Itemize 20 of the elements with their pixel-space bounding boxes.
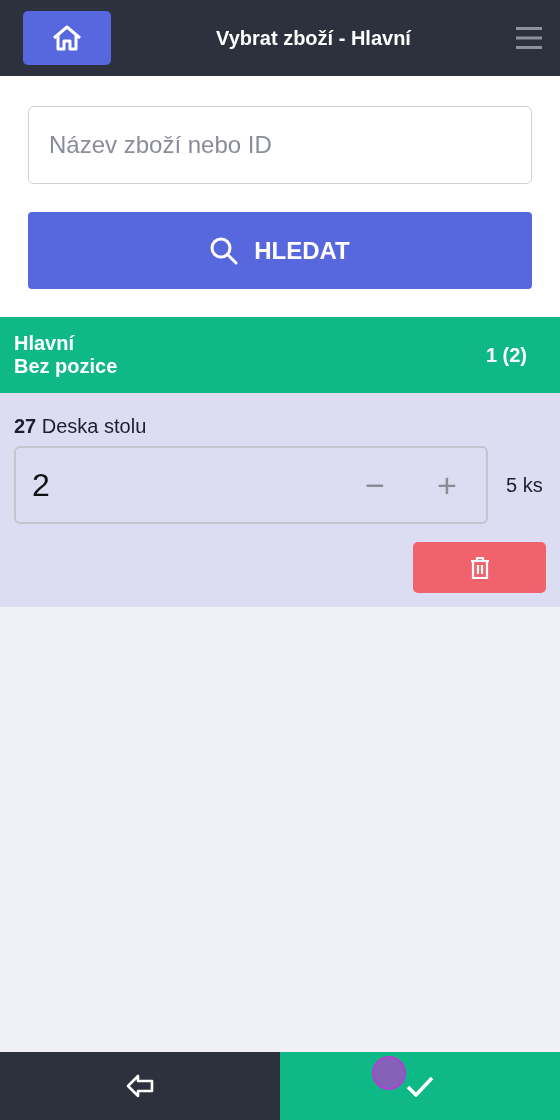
search-icon bbox=[210, 236, 239, 265]
decrement-button[interactable]: − bbox=[350, 464, 400, 506]
check-icon bbox=[406, 1075, 434, 1097]
group-subtitle: Bez pozice bbox=[14, 355, 119, 378]
delete-button[interactable] bbox=[413, 542, 546, 593]
home-icon bbox=[52, 25, 82, 51]
back-arrow-icon bbox=[126, 1073, 154, 1099]
search-button[interactable]: HLEDAT bbox=[28, 212, 532, 289]
home-button[interactable] bbox=[23, 11, 111, 65]
group-title: Hlavní bbox=[14, 332, 76, 355]
item-name: 27 Deska stolu bbox=[14, 415, 148, 438]
stock-quantity: 5 ks bbox=[506, 473, 543, 497]
menu-icon[interactable] bbox=[516, 26, 542, 50]
group-count: 1 (2) bbox=[485, 343, 527, 367]
search-field[interactable]: Název zboží nebo ID bbox=[28, 106, 532, 184]
trash-icon bbox=[469, 555, 490, 580]
increment-button[interactable]: + bbox=[422, 464, 472, 506]
quantity-field[interactable]: 2 − + bbox=[14, 446, 488, 524]
screen-title: Vybrat zboží - Hlavní bbox=[215, 26, 413, 50]
confirm-button[interactable] bbox=[280, 1052, 560, 1120]
